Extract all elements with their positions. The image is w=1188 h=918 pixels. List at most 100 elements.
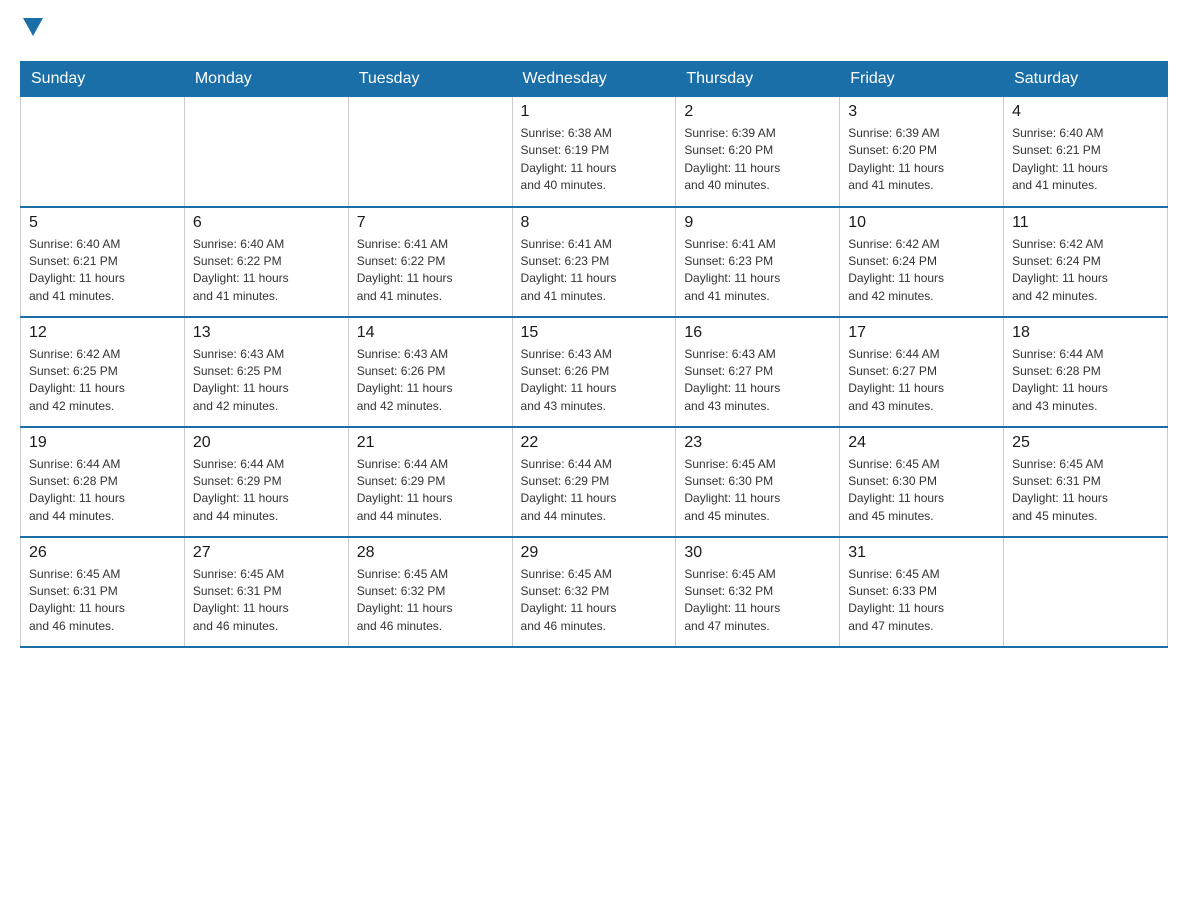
day-info: Sunrise: 6:43 AM Sunset: 6:26 PM Dayligh… <box>521 346 668 416</box>
calendar-cell: 15 Sunrise: 6:43 AM Sunset: 6:26 PM Dayli… <box>512 317 676 427</box>
day-info: Sunrise: 6:42 AM Sunset: 6:24 PM Dayligh… <box>1012 236 1159 306</box>
day-info: Sunrise: 6:38 AM Sunset: 6:19 PM Dayligh… <box>521 125 668 195</box>
day-info: Sunrise: 6:44 AM Sunset: 6:28 PM Dayligh… <box>1012 346 1159 416</box>
calendar-cell: 20Sunrise: 6:44 AM Sunset: 6:29 PM Dayli… <box>184 427 348 537</box>
weekday-header-monday: Monday <box>184 62 348 97</box>
day-info: Sunrise: 6:44 AM Sunset: 6:27 PM Dayligh… <box>848 346 995 416</box>
day-number: 15 <box>521 324 668 342</box>
weekday-header-saturday: Saturday <box>1004 62 1168 97</box>
day-number: 25 <box>1012 434 1159 452</box>
calendar-cell: 26Sunrise: 6:45 AM Sunset: 6:31 PM Dayli… <box>21 537 185 647</box>
calendar-cell: 31Sunrise: 6:45 AM Sunset: 6:33 PM Dayli… <box>840 537 1004 647</box>
day-number: 29 <box>521 544 668 562</box>
day-number: 3 <box>848 103 995 121</box>
calendar-cell: 9 Sunrise: 6:41 AM Sunset: 6:23 PM Daylig… <box>676 207 840 317</box>
day-number: 28 <box>357 544 504 562</box>
calendar-cell: 18Sunrise: 6:44 AM Sunset: 6:28 PM Dayli… <box>1004 317 1168 427</box>
calendar-cell <box>348 97 512 207</box>
day-info: Sunrise: 6:43 AM Sunset: 6:27 PM Dayligh… <box>684 346 831 416</box>
day-number: 22 <box>521 434 668 452</box>
day-number: 9 <box>684 214 831 232</box>
day-info: Sunrise: 6:44 AM Sunset: 6:28 PM Dayligh… <box>29 456 176 526</box>
day-info: Sunrise: 6:40 AM Sunset: 6:22 PM Dayligh… <box>193 236 340 306</box>
weekday-header-sunday: Sunday <box>21 62 185 97</box>
day-info: Sunrise: 6:39 AM Sunset: 6:20 PM Dayligh… <box>684 125 831 195</box>
day-number: 20 <box>193 434 340 452</box>
day-info: Sunrise: 6:44 AM Sunset: 6:29 PM Dayligh… <box>521 456 668 526</box>
calendar-cell: 3 Sunrise: 6:39 AM Sunset: 6:20 PM Daylig… <box>840 97 1004 207</box>
calendar-cell: 2 Sunrise: 6:39 AM Sunset: 6:20 PM Daylig… <box>676 97 840 207</box>
day-number: 24 <box>848 434 995 452</box>
day-number: 13 <box>193 324 340 342</box>
day-number: 5 <box>29 214 176 232</box>
day-number: 19 <box>29 434 176 452</box>
day-info: Sunrise: 6:41 AM Sunset: 6:22 PM Dayligh… <box>357 236 504 306</box>
calendar-cell: 11 Sunrise: 6:42 AM Sunset: 6:24 PM Dayli… <box>1004 207 1168 317</box>
day-info: Sunrise: 6:45 AM Sunset: 6:32 PM Dayligh… <box>357 566 504 636</box>
day-info: Sunrise: 6:42 AM Sunset: 6:24 PM Dayligh… <box>848 236 995 306</box>
calendar-cell: 13Sunrise: 6:43 AM Sunset: 6:25 PM Dayli… <box>184 317 348 427</box>
day-number: 16 <box>684 324 831 342</box>
calendar-cell: 6 Sunrise: 6:40 AM Sunset: 6:22 PM Daylig… <box>184 207 348 317</box>
day-number: 2 <box>684 103 831 121</box>
calendar-cell: 14 Sunrise: 6:43 AM Sunset: 6:26 PM Dayli… <box>348 317 512 427</box>
calendar-cell: 22 Sunrise: 6:44 AM Sunset: 6:29 PM Dayli… <box>512 427 676 537</box>
calendar-cell: 25 Sunrise: 6:45 AM Sunset: 6:31 PM Dayli… <box>1004 427 1168 537</box>
day-number: 11 <box>1012 214 1159 232</box>
day-number: 1 <box>521 103 668 121</box>
weekday-header-row: SundayMondayTuesdayWednesdayThursdayFrid… <box>21 62 1168 97</box>
day-number: 12 <box>29 324 176 342</box>
calendar-cell: 4 Sunrise: 6:40 AM Sunset: 6:21 PM Daylig… <box>1004 97 1168 207</box>
day-number: 27 <box>193 544 340 562</box>
calendar-cell: 28 Sunrise: 6:45 AM Sunset: 6:32 PM Dayli… <box>348 537 512 647</box>
day-number: 6 <box>193 214 340 232</box>
day-info: Sunrise: 6:45 AM Sunset: 6:32 PM Dayligh… <box>521 566 668 636</box>
calendar-week-3: 12 Sunrise: 6:42 AM Sunset: 6:25 PM Dayli… <box>21 317 1168 427</box>
calendar-cell: 5 Sunrise: 6:40 AM Sunset: 6:21 PM Daylig… <box>21 207 185 317</box>
logo <box>20 20 43 45</box>
day-info: Sunrise: 6:45 AM Sunset: 6:33 PM Dayligh… <box>848 566 995 636</box>
day-number: 14 <box>357 324 504 342</box>
weekday-header-wednesday: Wednesday <box>512 62 676 97</box>
calendar-cell: 29 Sunrise: 6:45 AM Sunset: 6:32 PM Dayli… <box>512 537 676 647</box>
day-info: Sunrise: 6:45 AM Sunset: 6:31 PM Dayligh… <box>1012 456 1159 526</box>
day-info: Sunrise: 6:45 AM Sunset: 6:30 PM Dayligh… <box>848 456 995 526</box>
calendar-cell: 10 Sunrise: 6:42 AM Sunset: 6:24 PM Dayli… <box>840 207 1004 317</box>
weekday-header-thursday: Thursday <box>676 62 840 97</box>
weekday-header-friday: Friday <box>840 62 1004 97</box>
day-info: Sunrise: 6:39 AM Sunset: 6:20 PM Dayligh… <box>848 125 995 195</box>
calendar-cell <box>1004 537 1168 647</box>
calendar-cell: 12 Sunrise: 6:42 AM Sunset: 6:25 PM Dayli… <box>21 317 185 427</box>
day-info: Sunrise: 6:40 AM Sunset: 6:21 PM Dayligh… <box>29 236 176 306</box>
day-number: 10 <box>848 214 995 232</box>
calendar-cell: 21 Sunrise: 6:44 AM Sunset: 6:29 PM Dayli… <box>348 427 512 537</box>
day-info: Sunrise: 6:41 AM Sunset: 6:23 PM Dayligh… <box>521 236 668 306</box>
day-number: 8 <box>521 214 668 232</box>
day-info: Sunrise: 6:45 AM Sunset: 6:32 PM Dayligh… <box>684 566 831 636</box>
calendar-week-1: 1 Sunrise: 6:38 AM Sunset: 6:19 PM Daylig… <box>21 97 1168 207</box>
calendar-week-2: 5 Sunrise: 6:40 AM Sunset: 6:21 PM Daylig… <box>21 207 1168 317</box>
day-info: Sunrise: 6:40 AM Sunset: 6:21 PM Dayligh… <box>1012 125 1159 195</box>
day-info: Sunrise: 6:45 AM Sunset: 6:30 PM Dayligh… <box>684 456 831 526</box>
day-number: 4 <box>1012 103 1159 121</box>
calendar-cell <box>184 97 348 207</box>
day-info: Sunrise: 6:42 AM Sunset: 6:25 PM Dayligh… <box>29 346 176 416</box>
day-info: Sunrise: 6:43 AM Sunset: 6:26 PM Dayligh… <box>357 346 504 416</box>
calendar-cell: 24 Sunrise: 6:45 AM Sunset: 6:30 PM Dayli… <box>840 427 1004 537</box>
calendar-cell: 17 Sunrise: 6:44 AM Sunset: 6:27 PM Dayli… <box>840 317 1004 427</box>
day-info: Sunrise: 6:44 AM Sunset: 6:29 PM Dayligh… <box>357 456 504 526</box>
page-header <box>20 20 1168 45</box>
calendar-week-5: 26Sunrise: 6:45 AM Sunset: 6:31 PM Dayli… <box>21 537 1168 647</box>
calendar-week-4: 19 Sunrise: 6:44 AM Sunset: 6:28 PM Dayli… <box>21 427 1168 537</box>
calendar-cell: 23 Sunrise: 6:45 AM Sunset: 6:30 PM Dayli… <box>676 427 840 537</box>
day-number: 7 <box>357 214 504 232</box>
day-info: Sunrise: 6:41 AM Sunset: 6:23 PM Dayligh… <box>684 236 831 306</box>
calendar-cell: 8 Sunrise: 6:41 AM Sunset: 6:23 PM Daylig… <box>512 207 676 317</box>
calendar-cell: 1 Sunrise: 6:38 AM Sunset: 6:19 PM Daylig… <box>512 97 676 207</box>
day-number: 21 <box>357 434 504 452</box>
calendar-cell: 7 Sunrise: 6:41 AM Sunset: 6:22 PM Daylig… <box>348 207 512 317</box>
day-number: 17 <box>848 324 995 342</box>
day-number: 23 <box>684 434 831 452</box>
calendar-cell: 16 Sunrise: 6:43 AM Sunset: 6:27 PM Dayli… <box>676 317 840 427</box>
calendar-cell: 27Sunrise: 6:45 AM Sunset: 6:31 PM Dayli… <box>184 537 348 647</box>
